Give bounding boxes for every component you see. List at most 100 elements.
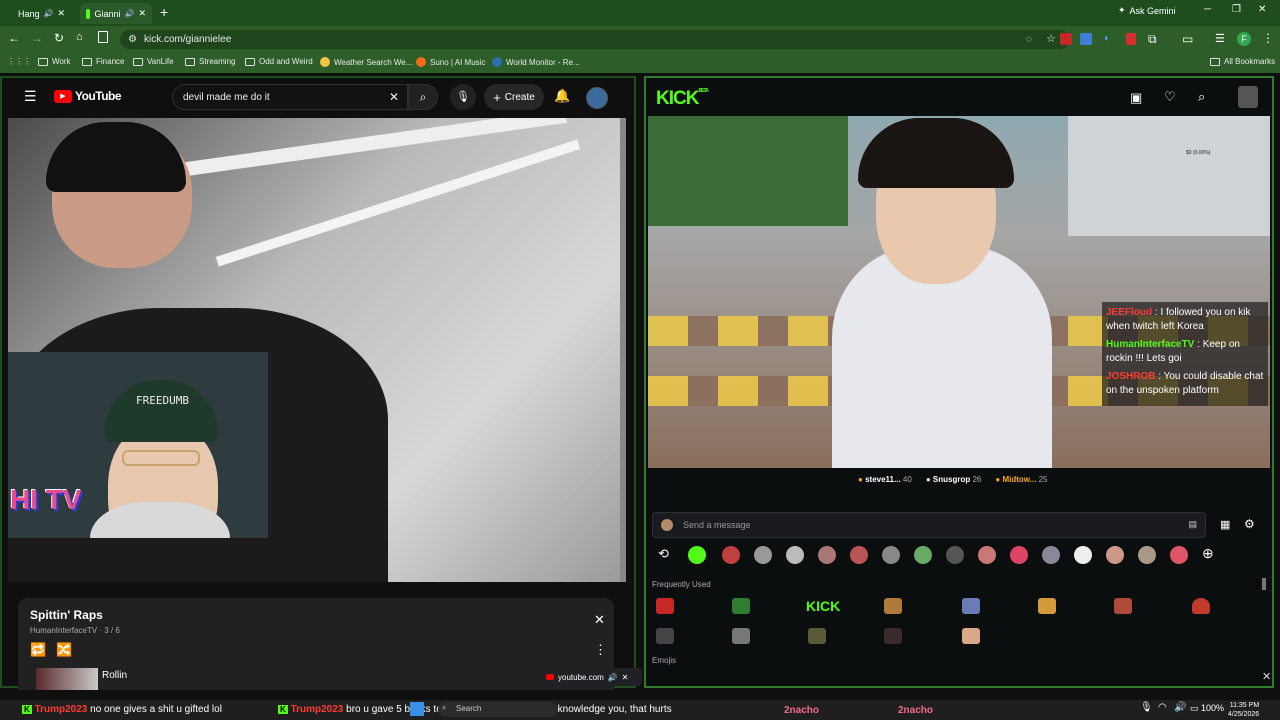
audio-extension-icon[interactable]: ◖: [1103, 33, 1115, 45]
kick-user-avatar[interactable]: [1238, 86, 1258, 108]
battery-indicator[interactable]: ▭ 100%: [1190, 703, 1224, 714]
emote-set-tab-icon[interactable]: [1138, 546, 1156, 564]
video-scrollbar[interactable]: [620, 118, 626, 582]
side-panel-icon[interactable]: [98, 31, 108, 43]
emote-set-tab-icon[interactable]: [1106, 546, 1124, 564]
microphone-icon[interactable]: 🎙: [1140, 702, 1153, 713]
user-avatar[interactable]: [586, 87, 608, 109]
youtube-logo[interactable]: ▶ YouTube: [54, 89, 122, 103]
kick-video-player[interactable]: $0 (0.00%) JEEFloud : I followed you on …: [648, 116, 1270, 468]
emote[interactable]: [808, 628, 826, 644]
clear-search-icon[interactable]: ✕: [389, 90, 399, 104]
emote[interactable]: [732, 598, 750, 614]
minimize-window-icon[interactable]: ─: [1204, 4, 1211, 15]
youtube-search-input[interactable]: devil made me do it ✕: [172, 84, 408, 110]
close-playlist-icon[interactable]: ✕: [594, 612, 605, 628]
bookmark-streaming[interactable]: Streaming: [185, 57, 235, 66]
emote-set-tab-icon[interactable]: [754, 546, 772, 564]
pdf-extension-icon[interactable]: [1126, 33, 1136, 45]
ask-gemini-button[interactable]: ✦ Ask Gemini: [1118, 5, 1176, 16]
eye-off-icon[interactable]: ◌: [1026, 30, 1032, 49]
tab-close-icon[interactable]: ✕: [57, 8, 65, 19]
playlist-more-icon[interactable]: ⋮: [594, 642, 607, 658]
playlist-item-title[interactable]: Rollin: [102, 670, 127, 681]
chat-settings-gear-icon[interactable]: ⚙: [1244, 517, 1255, 531]
cast-icon[interactable]: ▭: [1182, 32, 1193, 46]
profile-avatar[interactable]: F: [1237, 32, 1251, 46]
back-arrow-icon[interactable]: ←: [8, 31, 20, 45]
loop-icon[interactable]: 🔁: [30, 642, 46, 658]
close-overlay-icon[interactable]: ✕: [1262, 670, 1271, 683]
globe-icon[interactable]: ⊕: [1202, 545, 1214, 562]
emote-set-tab-icon[interactable]: [818, 546, 836, 564]
taskbar-app-label[interactable]: 2nacho: [784, 705, 819, 716]
address-bar[interactable]: ⚙ kick.com/giannielee ◌ ☆: [120, 30, 1070, 49]
tab-close-icon[interactable]: ✕: [138, 8, 146, 19]
hamburger-menu-icon[interactable]: ☰: [24, 88, 37, 105]
emote-set-tab-icon[interactable]: [1010, 546, 1028, 564]
emote-set-tab-icon[interactable]: [978, 546, 996, 564]
notifications-bell-icon[interactable]: 🔔: [554, 88, 570, 104]
emote-set-tab-icon[interactable]: [850, 546, 868, 564]
close-window-icon[interactable]: ✕: [1258, 4, 1266, 15]
all-bookmarks[interactable]: All Bookmarks: [1210, 57, 1275, 66]
emote[interactable]: [732, 628, 750, 644]
emote[interactable]: [962, 598, 980, 614]
bookmark-world-monitor[interactable]: World Monitor - Re...: [492, 57, 580, 67]
emote-set-tab-icon[interactable]: [946, 546, 964, 564]
mini-close-icon[interactable]: ✕: [622, 673, 629, 682]
emote[interactable]: [1038, 598, 1056, 614]
wifi-icon[interactable]: ◠: [1158, 702, 1167, 713]
bookmark-work[interactable]: Work: [38, 57, 71, 66]
shuffle-icon[interactable]: 🔀: [56, 642, 72, 658]
video-player[interactable]: FREEDUMB HI TV: [8, 118, 626, 582]
emote-set-tab-icon[interactable]: [1074, 546, 1092, 564]
emote-set-tab-icon[interactable]: [882, 546, 900, 564]
search-button[interactable]: ⌕: [408, 84, 438, 110]
tab-kick[interactable]: Gianni 🔊 ✕: [80, 3, 152, 24]
kick-emote[interactable]: KICK: [806, 598, 840, 614]
kick-emote-tab-icon[interactable]: [688, 546, 706, 564]
create-button[interactable]: + Create: [484, 84, 544, 110]
emote[interactable]: [1192, 598, 1210, 614]
gift-icon[interactable]: ▦: [1220, 518, 1230, 531]
emote[interactable]: [1114, 598, 1132, 614]
emote[interactable]: [884, 628, 902, 644]
extensions-puzzle-icon[interactable]: ⧉: [1148, 32, 1157, 47]
voice-search-button[interactable]: 🎙: [450, 84, 476, 110]
bookmark-star-icon[interactable]: ☆: [1046, 30, 1056, 49]
chrome-menu-icon[interactable]: ⋮: [1262, 31, 1274, 45]
apps-grid-icon[interactable]: ⋮⋮⋮: [7, 57, 31, 66]
customize-icon[interactable]: ☰: [1215, 32, 1225, 45]
tab-youtube[interactable]: Hang 🔊 ✕: [8, 3, 70, 24]
windows-start-icon[interactable]: [410, 702, 424, 716]
extension-icon[interactable]: [1060, 33, 1072, 45]
maximize-window-icon[interactable]: ❐: [1232, 4, 1241, 15]
emote-set-tab-icon[interactable]: [1042, 546, 1060, 564]
media-mini-tag[interactable]: youtube.com 🔊 ✕: [540, 668, 642, 686]
leaderboard-entry[interactable]: ● Midtow... 25: [995, 475, 1047, 484]
leaderboard-entry[interactable]: ● steve11... 40: [858, 475, 912, 484]
system-clock[interactable]: 11:35 PM 4/25/2026: [1228, 701, 1259, 719]
emote-set-tab-icon[interactable]: [914, 546, 932, 564]
emote-set-tab-icon[interactable]: [1170, 546, 1188, 564]
emote[interactable]: [656, 598, 674, 614]
forward-arrow-icon[interactable]: →: [31, 31, 43, 45]
emote-set-tab-icon[interactable]: [786, 546, 804, 564]
translate-extension-icon[interactable]: [1080, 33, 1092, 45]
new-tab-button[interactable]: +: [160, 4, 168, 20]
leaderboard-entry[interactable]: ● Snusgrop 26: [926, 475, 982, 484]
emote[interactable]: [962, 628, 980, 644]
keyboard-icon[interactable]: ▤: [1188, 519, 1197, 530]
bookmark-odd-and-weird[interactable]: Odd and Weird: [245, 57, 313, 66]
kick-logo[interactable]: KICKBETA: [656, 88, 709, 110]
kick-search-icon[interactable]: ⌕: [1198, 89, 1205, 105]
bookmark-suno[interactable]: Suno | AI Music: [416, 57, 485, 67]
browse-icon[interactable]: ▣: [1130, 90, 1142, 106]
taskbar-search[interactable]: ⌕ Search: [438, 702, 558, 717]
volume-icon[interactable]: 🔊: [1174, 702, 1186, 713]
emote-scrollbar[interactable]: [1262, 578, 1266, 590]
bookmark-weather[interactable]: Weather Search We...: [320, 57, 412, 67]
send-message-input[interactable]: Send a message ▤: [652, 512, 1206, 538]
reload-icon[interactable]: ↻: [54, 31, 64, 45]
